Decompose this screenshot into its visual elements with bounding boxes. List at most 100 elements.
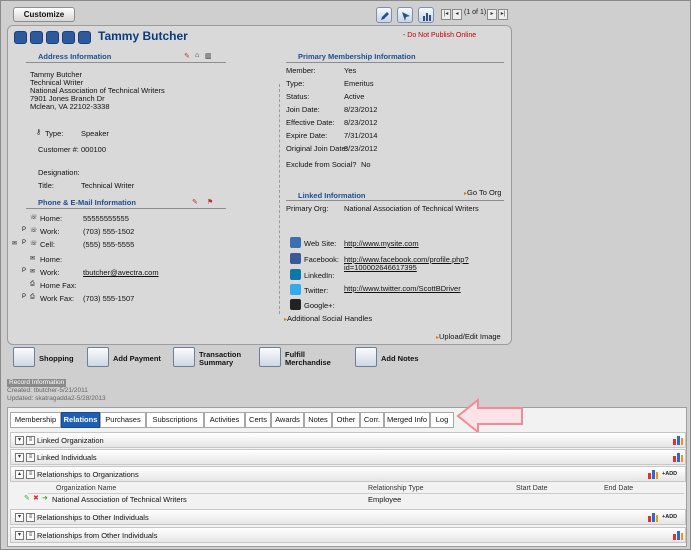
- primary-flag: P: [22, 268, 27, 274]
- chart-icon[interactable]: [672, 451, 684, 463]
- add-button[interactable]: +ADD: [662, 471, 677, 477]
- type-value: Speaker: [81, 129, 109, 138]
- copy-icon[interactable]: [62, 31, 75, 44]
- twitter-label: Twitter:: [304, 286, 329, 295]
- fax-icon: ⎙: [30, 281, 35, 287]
- phone-edit-icon[interactable]: ✎: [192, 198, 201, 207]
- callout-arrow-icon: [456, 397, 523, 435]
- website-label: Web Site:: [304, 239, 337, 248]
- history-icon[interactable]: [30, 31, 43, 44]
- member-type-value: Emeritus: [344, 79, 374, 88]
- original-join-value: 8/23/2012: [344, 144, 378, 153]
- expand-toggle-icon[interactable]: ▾: [15, 531, 24, 540]
- section-relationships-from-other-individuals[interactable]: ▾ ≡ Relationships from Other Individuals: [10, 527, 686, 543]
- first-page-button[interactable]: |◂: [441, 9, 451, 20]
- section-menu-icon[interactable]: ≡: [26, 513, 35, 522]
- expand-toggle-icon[interactable]: ▾: [15, 453, 24, 462]
- notes-icon[interactable]: [355, 347, 377, 367]
- expand-toggle-icon[interactable]: ▾: [15, 436, 24, 445]
- report-chart-icon[interactable]: [418, 7, 434, 23]
- linked-divider: [286, 200, 504, 201]
- shopping-button[interactable]: Shopping: [39, 354, 74, 363]
- next-page-button[interactable]: ▸: [487, 9, 497, 20]
- prev-page-button[interactable]: ◂: [452, 9, 462, 20]
- fax-icon: ⎙: [30, 294, 35, 300]
- edit-row-icon[interactable]: ✎: [24, 494, 30, 502]
- effective-date-label: Effective Date:: [286, 118, 335, 127]
- twitter-link[interactable]: http://www.twitter.com/ScottBDriver: [344, 284, 461, 293]
- edit-icon[interactable]: [376, 7, 392, 23]
- fax-home-label: Home Fax:: [40, 281, 77, 290]
- tab-membership[interactable]: Membership: [10, 412, 61, 428]
- facebook-icon: [290, 253, 301, 264]
- fulfill-box-icon[interactable]: [259, 347, 281, 367]
- record-info: Record Information Created: tbutcher-5/2…: [7, 379, 106, 403]
- email-icon[interactable]: [14, 31, 27, 44]
- website-link[interactable]: http://www.mysite.com: [344, 239, 419, 248]
- tab-awards[interactable]: Awards: [271, 412, 304, 428]
- primary-org-value: National Association of Technical Writer…: [344, 204, 479, 213]
- section-menu-icon[interactable]: ≡: [26, 453, 35, 462]
- section-linked-individuals[interactable]: ▾ ≡ Linked Individuals: [10, 449, 686, 465]
- section-relationships-to-organizations[interactable]: ▴ ≡ Relationships to Organizations +ADD: [10, 466, 686, 482]
- linkedin-label: LinkedIn:: [304, 271, 335, 280]
- collapse-toggle-icon[interactable]: ▴: [15, 470, 24, 479]
- facebook-link-id[interactable]: id=100002646617395: [344, 263, 417, 272]
- pointer-icon[interactable]: [397, 7, 413, 23]
- section-menu-icon[interactable]: ≡: [26, 470, 35, 479]
- phone-section-title: Phone & E-Mail Information: [38, 198, 136, 207]
- tab-log[interactable]: Log: [430, 412, 454, 428]
- tab-corr[interactable]: Corr.: [360, 412, 384, 428]
- email-work-link[interactable]: tbutcher@avectra.com: [83, 268, 159, 277]
- flag-icon[interactable]: ⚑: [207, 198, 216, 207]
- tab-merged-info[interactable]: Merged Info: [384, 412, 430, 428]
- upload-image-link[interactable]: ▸Upload/Edit Image: [436, 332, 501, 341]
- last-page-button[interactable]: ▸|: [498, 9, 508, 20]
- add-payment-button[interactable]: Add Payment: [113, 354, 161, 363]
- delete-row-icon[interactable]: ✖: [33, 494, 39, 502]
- section-linked-organization[interactable]: ▾ ≡ Linked Organization: [10, 432, 686, 448]
- tab-certs[interactable]: Certs: [245, 412, 271, 428]
- linkedin-icon: [290, 269, 301, 280]
- customize-button[interactable]: Customize: [13, 7, 75, 22]
- payment-card-icon[interactable]: [87, 347, 109, 367]
- section-menu-icon[interactable]: ≡: [26, 531, 35, 540]
- section-relationships-to-other-individuals[interactable]: ▾ ≡ Relationships to Other Individuals +…: [10, 509, 686, 525]
- add-label: ADD: [665, 514, 678, 520]
- tab-subscriptions[interactable]: Subscriptions: [146, 412, 204, 428]
- go-to-org-link[interactable]: ▸Go To Org: [464, 188, 501, 197]
- designation-label: Designation:: [38, 168, 80, 177]
- fulfill-merchandise-button-line2[interactable]: Merchandise: [285, 358, 331, 367]
- transaction-chart-icon[interactable]: [173, 347, 195, 367]
- home-icon[interactable]: ⌂: [195, 52, 204, 61]
- additional-social-link[interactable]: ▸Additional Social Handles: [284, 314, 372, 323]
- original-join-label: Original Join Date:: [286, 144, 348, 153]
- shopping-cart-icon[interactable]: [13, 347, 35, 367]
- expire-date-value: 7/31/2014: [344, 131, 378, 140]
- tab-relations[interactable]: Relations: [61, 412, 100, 428]
- add-notes-button[interactable]: Add Notes: [381, 354, 419, 363]
- phone-icon: ☏: [30, 215, 38, 221]
- pager-text: (1 of 1): [464, 9, 487, 16]
- chart-icon[interactable]: [647, 511, 659, 523]
- primary-flag: P: [22, 227, 27, 233]
- expand-toggle-icon[interactable]: ▾: [15, 513, 24, 522]
- hierarchy-icon[interactable]: [46, 31, 59, 44]
- tab-other[interactable]: Other: [332, 412, 360, 428]
- transaction-summary-button-line2[interactable]: Summary: [199, 358, 233, 367]
- goto-row-icon[interactable]: ➜: [42, 494, 48, 502]
- add-button[interactable]: +ADD: [662, 514, 677, 520]
- member-status-label: Status:: [286, 92, 310, 101]
- address-edit-icon[interactable]: ✎: [184, 52, 193, 61]
- chart-icon[interactable]: [672, 434, 684, 446]
- tab-activities[interactable]: Activities: [204, 412, 245, 428]
- tab-purchases[interactable]: Purchases: [100, 412, 146, 428]
- address-report-icon[interactable]: ▥: [205, 52, 214, 61]
- column-header: End Date: [604, 485, 634, 492]
- chart-icon[interactable]: [647, 468, 659, 480]
- org-name-cell[interactable]: National Association of Technical Writer…: [52, 495, 187, 504]
- chart-icon[interactable]: [672, 529, 684, 541]
- tab-notes[interactable]: Notes: [304, 412, 332, 428]
- web-icon[interactable]: [78, 31, 91, 44]
- section-menu-icon[interactable]: ≡: [26, 436, 35, 445]
